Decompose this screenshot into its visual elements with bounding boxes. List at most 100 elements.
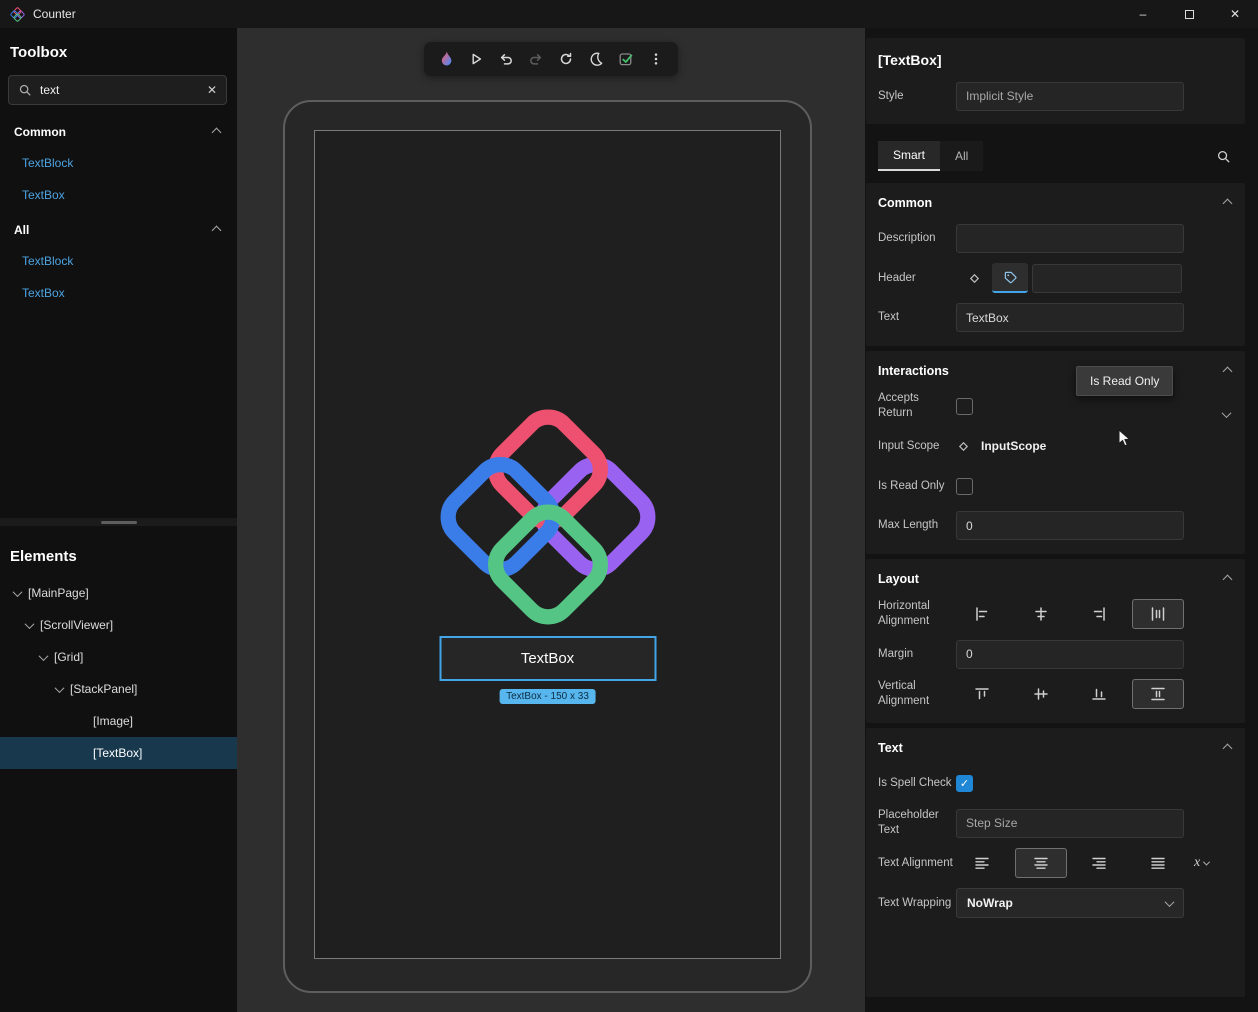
tree-item-stackpanel[interactable]: [StackPanel]: [0, 673, 237, 705]
tree-item-image[interactable]: [Image]: [0, 705, 237, 737]
accepts-return-checkbox[interactable]: [956, 398, 973, 415]
align-left-icon: [974, 606, 990, 622]
margin-input[interactable]: [956, 640, 1184, 669]
redo-button[interactable]: [523, 46, 549, 72]
hot-reload-flame-icon: [437, 50, 455, 68]
undo-button[interactable]: [493, 46, 519, 72]
horizontal-alignment-group: [956, 599, 1184, 629]
v-align-top-button[interactable]: [956, 679, 1008, 709]
minimize-button[interactable]: –: [1120, 0, 1166, 28]
device-frame: TextBox TextBox - 150 x 33: [283, 100, 812, 993]
header-label: Header: [878, 271, 956, 286]
placeholder-text-input[interactable]: [956, 809, 1184, 838]
chevron-down-icon: [1203, 858, 1210, 865]
section-interactions-header[interactable]: Interactions: [866, 351, 1245, 386]
header-input[interactable]: [1032, 264, 1182, 293]
style-label: Style: [878, 89, 956, 104]
chevron-down-icon[interactable]: [55, 683, 65, 693]
diamond-icon: [967, 271, 982, 286]
section-interactions: Is Read Only Interactions Accepts Return…: [866, 351, 1245, 554]
inspector-tabs: Smart All: [878, 139, 1245, 173]
tree-item-scrollviewer[interactable]: [ScrollViewer]: [0, 609, 237, 641]
accepts-return-label: Accepts Return: [878, 391, 956, 421]
input-scope-label: Input Scope: [878, 439, 956, 454]
toolbox-item-textblock[interactable]: TextBlock: [0, 147, 237, 179]
properties-search-button[interactable]: [1209, 142, 1237, 170]
toolbox-section-common[interactable]: Common: [0, 105, 237, 147]
theme-toggle-button[interactable]: [583, 46, 609, 72]
hot-reload-flame-button[interactable]: [433, 46, 459, 72]
v-align-stretch-button[interactable]: [1132, 679, 1184, 709]
panel-splitter[interactable]: [0, 518, 237, 526]
h-align-stretch-button[interactable]: [1132, 599, 1184, 629]
max-length-label: Max Length: [878, 518, 956, 533]
validation-button[interactable]: [613, 46, 639, 72]
play-button[interactable]: [463, 46, 489, 72]
collapse-chevron-icon[interactable]: [1223, 198, 1233, 208]
collapse-chevron-icon[interactable]: [1223, 743, 1233, 753]
text-wrapping-select[interactable]: NoWrap: [956, 888, 1184, 918]
toolbox-search-input[interactable]: [40, 83, 199, 97]
text-input[interactable]: [956, 303, 1184, 332]
tab-smart[interactable]: Smart: [878, 141, 940, 171]
diamond-icon: [956, 439, 971, 454]
elements-title: Elements: [0, 526, 237, 577]
section-text-header[interactable]: Text: [866, 728, 1245, 763]
max-length-input[interactable]: [956, 511, 1184, 540]
style-input[interactable]: [956, 82, 1184, 111]
collapse-chevron-icon[interactable]: [1223, 366, 1233, 376]
left-panel: Toolbox ✕ Common TextBlock TextBox All T…: [0, 28, 237, 1012]
h-align-left-button[interactable]: [956, 599, 1008, 629]
chevron-down-icon[interactable]: [13, 587, 23, 597]
toolbox-item-textblock-all[interactable]: TextBlock: [0, 245, 237, 277]
header-tag-button[interactable]: [992, 263, 1028, 293]
text-align-left-button[interactable]: [956, 848, 1008, 878]
text-align-center-button[interactable]: [1015, 848, 1067, 878]
design-canvas: TextBox TextBox - 150 x 33: [237, 28, 865, 1012]
search-icon: [18, 83, 32, 97]
align-top-icon: [974, 686, 990, 702]
play-icon: [468, 51, 484, 67]
section-layout-header[interactable]: Layout: [866, 559, 1245, 594]
chevron-down-icon[interactable]: [39, 651, 49, 661]
h-align-right-button[interactable]: [1073, 599, 1125, 629]
is-spell-check-checkbox[interactable]: ✓: [956, 775, 973, 792]
text-align-justify-button[interactable]: [1132, 848, 1184, 878]
tree-item-mainpage[interactable]: [MainPage]: [0, 577, 237, 609]
chevron-up-icon: [212, 127, 222, 137]
collapse-chevron-icon[interactable]: [1223, 574, 1233, 584]
canvas-textbox-control[interactable]: TextBox: [439, 636, 656, 681]
chevron-down-icon: [1221, 408, 1231, 418]
header-binding-button[interactable]: [956, 263, 992, 293]
more-properties-expander[interactable]: [1217, 405, 1235, 423]
v-align-center-button[interactable]: [1015, 679, 1067, 709]
toolbox-item-textbox[interactable]: TextBox: [0, 179, 237, 211]
section-common-header[interactable]: Common: [866, 183, 1245, 218]
toolbox-search[interactable]: ✕: [8, 75, 227, 105]
is-read-only-label: Is Read Only: [878, 479, 956, 494]
search-icon: [1216, 149, 1231, 164]
reload-app-button[interactable]: [553, 46, 579, 72]
h-align-center-button[interactable]: [1015, 599, 1067, 629]
toolbox-section-all[interactable]: All: [0, 211, 237, 245]
description-input[interactable]: [956, 224, 1184, 253]
tab-all[interactable]: All: [940, 141, 983, 171]
tree-item-grid[interactable]: [Grid]: [0, 641, 237, 673]
maximize-button[interactable]: [1166, 0, 1212, 28]
app-logo-image[interactable]: [434, 403, 662, 631]
v-align-bottom-button[interactable]: [1073, 679, 1125, 709]
toolbox-item-textbox-all[interactable]: TextBox: [0, 277, 237, 309]
is-read-only-checkbox[interactable]: [956, 478, 973, 495]
is-read-only-tooltip: Is Read Only: [1076, 366, 1173, 396]
text-alignment-group: [956, 848, 1184, 878]
text-align-center-icon: [1033, 855, 1049, 871]
redo-icon: [528, 51, 544, 67]
more-options-button[interactable]: [643, 46, 669, 72]
input-scope-value[interactable]: InputScope: [981, 439, 1046, 453]
close-button[interactable]: ✕: [1212, 0, 1258, 28]
chevron-down-icon[interactable]: [25, 619, 35, 629]
tree-item-textbox[interactable]: [TextBox]: [0, 737, 237, 769]
x-property-dropdown[interactable]: x: [1194, 855, 1209, 871]
clear-search-icon[interactable]: ✕: [207, 83, 217, 97]
text-align-right-button[interactable]: [1073, 848, 1125, 878]
